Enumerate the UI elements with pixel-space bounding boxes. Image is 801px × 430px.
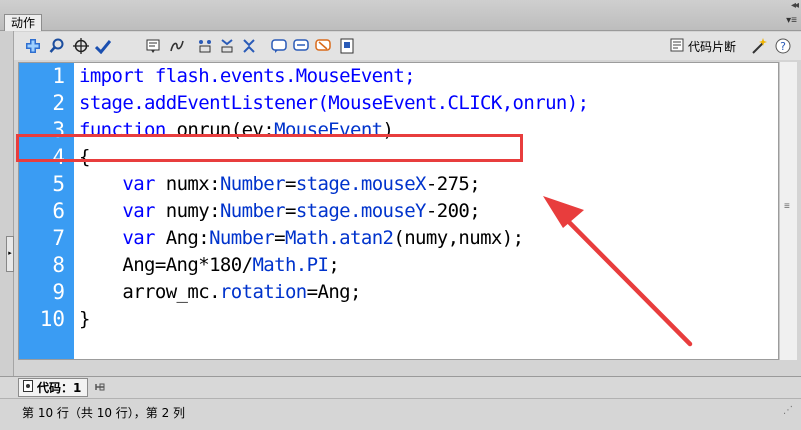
panel-titlebar: 动作 ◂◂ ▾≡: [0, 0, 801, 31]
expand-panel-handle[interactable]: ▸: [6, 236, 14, 272]
code-line[interactable]: stage.addEventListener(MouseEvent.CLICK,…: [79, 90, 589, 117]
code-line[interactable]: Ang=Ang*180/Math.PI;: [79, 252, 339, 279]
format-icon[interactable]: [144, 37, 162, 55]
vertical-scrollbar[interactable]: ≡: [779, 62, 797, 360]
code-token: =: [284, 173, 296, 195]
tab-code-label: 代码：1: [37, 381, 82, 395]
scroll-grip-icon[interactable]: ≡: [784, 201, 790, 212]
line-number-gutter: 1 2 3 4 5 6 7 8 9 10: [19, 63, 74, 359]
collapse-selection-icon[interactable]: [240, 37, 258, 55]
code-token: }: [79, 308, 90, 330]
code-token: Math.atan2: [284, 227, 394, 249]
code-token: Number: [209, 227, 275, 249]
code-line[interactable]: var numy:Number=stage.mouseY-200;: [79, 198, 480, 225]
comment-line-icon[interactable]: [292, 37, 310, 55]
pin-script-icon[interactable]: [94, 381, 106, 396]
snippets-icon: [670, 38, 684, 55]
code-token: var: [122, 227, 155, 249]
code-line[interactable]: import flash.events.MouseEvent;: [79, 63, 416, 90]
collapse-panel-icon[interactable]: ◂◂: [791, 0, 799, 11]
target-icon[interactable]: [72, 37, 90, 55]
left-panel-strip: ▸: [0, 31, 14, 376]
code-line[interactable]: arrow_mc.rotation=Ang;: [79, 279, 361, 306]
code-token: Number: [219, 200, 286, 222]
code-token: Ang=Ang*180/: [79, 254, 253, 276]
panel-menu-icon[interactable]: ▾≡: [786, 15, 797, 26]
tab-actions[interactable]: 动作: [4, 14, 42, 31]
code-token: numy:: [154, 200, 221, 222]
line-number: 8: [52, 253, 65, 277]
collapse-braces-icon[interactable]: [218, 37, 236, 55]
tab-code-1[interactable]: 代码：1: [18, 378, 89, 397]
line-number: 7: [52, 226, 65, 250]
line-number: 5: [52, 172, 65, 196]
highlight-box: [16, 134, 523, 162]
code-token: Math.PI: [252, 254, 329, 276]
code-token: =: [274, 227, 285, 249]
script-assist-icon[interactable]: [338, 37, 356, 55]
code-line[interactable]: var Ang:Number=Math.atan2(numy,numx);: [79, 225, 524, 252]
line-number: 6: [52, 199, 65, 223]
svg-text:?: ?: [780, 40, 786, 53]
snippets-label: 代码片断: [688, 39, 737, 54]
uncomment-icon[interactable]: [314, 37, 332, 55]
code-snippets-button[interactable]: 代码片断: [670, 37, 736, 55]
find-icon[interactable]: [48, 37, 66, 55]
help-icon[interactable]: ?: [774, 37, 792, 55]
line-number: 10: [39, 307, 65, 331]
line-number: 2: [52, 91, 65, 115]
code-token: -275;: [425, 173, 481, 195]
line-number: 1: [52, 64, 65, 88]
code-line[interactable]: }: [79, 306, 90, 333]
code-token: rotation: [219, 281, 307, 303]
code-editor[interactable]: 1 2 3 4 5 6 7 8 9 10 import flash.events…: [18, 62, 779, 360]
code-token: stage.mouseY: [295, 200, 427, 222]
line-number: 9: [52, 280, 65, 304]
code-token: numx:: [154, 173, 221, 195]
code-token: import flash.events.MouseEvent;: [79, 65, 416, 87]
code-hint-icon[interactable]: [168, 37, 186, 55]
code-token: ;: [328, 254, 340, 276]
code-token: (numy,numx);: [393, 227, 524, 249]
status-bar: 第 10 行（共 10 行），第 2 列 ⋰: [0, 398, 801, 430]
code-token: -200;: [425, 200, 481, 222]
code-token: var: [122, 200, 155, 222]
check-syntax-icon[interactable]: [94, 37, 112, 55]
comment-block-icon[interactable]: [270, 37, 288, 55]
code-token: Ang:: [154, 227, 210, 249]
code-token: =Ang;: [306, 281, 362, 303]
add-icon[interactable]: [24, 37, 42, 55]
cursor-position-status: 第 10 行（共 10 行），第 2 列: [22, 406, 186, 420]
code-token: stage.mouseX: [295, 173, 427, 195]
script-tab-bar: 代码：1: [0, 376, 801, 398]
magic-wand-icon[interactable]: [750, 37, 768, 55]
debug-options-icon[interactable]: [196, 37, 214, 55]
code-token: stage.addEventListener(MouseEvent.CLICK,…: [79, 92, 589, 114]
actions-toolbar: 代码片断 ?: [14, 32, 801, 60]
code-token: var: [122, 173, 155, 195]
code-token: arrow_mc.: [79, 281, 220, 303]
code-line[interactable]: var numx:Number=stage.mouseX-275;: [79, 171, 480, 198]
resize-grip-icon[interactable]: ⋰: [783, 405, 793, 416]
code-token: Number: [219, 173, 286, 195]
script-file-icon: [23, 380, 33, 395]
code-token: =: [284, 200, 296, 222]
